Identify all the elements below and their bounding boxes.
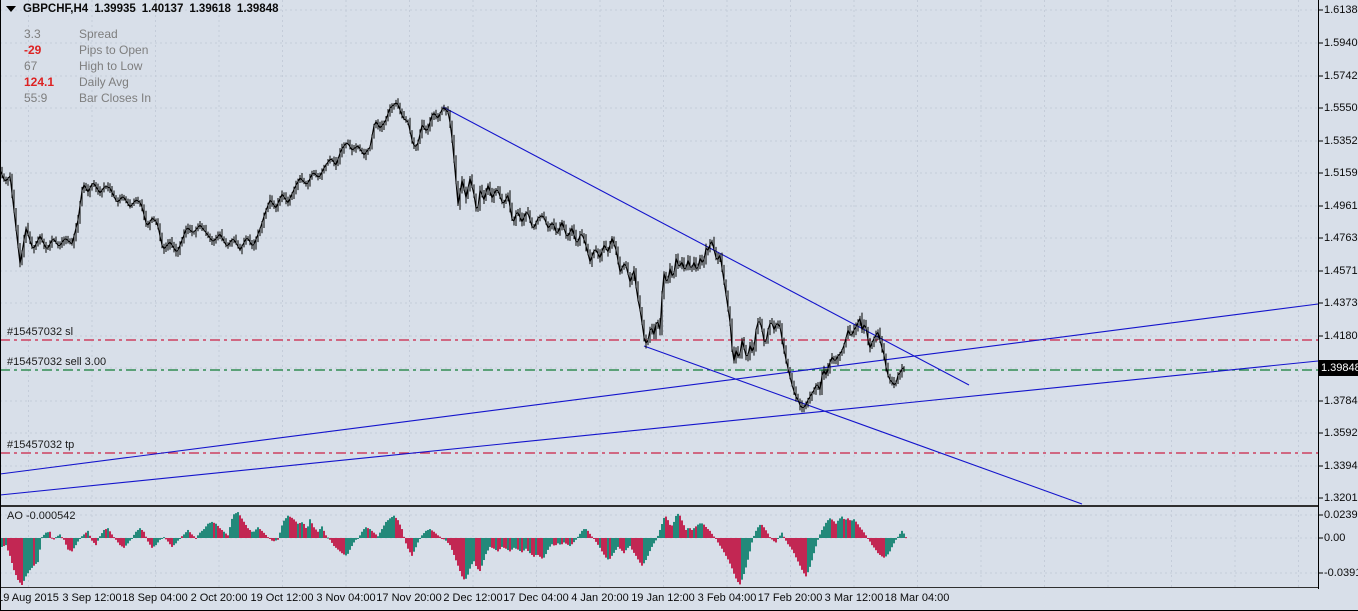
info-row-bar-closes-in: 55:9 Bar Closes In [0, 91, 260, 107]
info-row-pips-to-open: -29 Pips to Open [0, 43, 260, 59]
price-tick-label: 1.33940 [1324, 460, 1358, 472]
price-tick-label: 1.47635 [1324, 232, 1358, 244]
price-tick-label: 1.35920 [1324, 427, 1358, 439]
date-tick-label: 3 Mar 12:00 [824, 592, 884, 604]
symbol-period-label: GBPCHF,H4 [23, 3, 89, 15]
price-tick-label: 1.45710 [1324, 265, 1358, 277]
date-tick-label: 4 Jan 20:00 [571, 592, 629, 604]
ao-tick-label: -0.03918 [1324, 567, 1358, 579]
price-tick-label: 1.53520 [1324, 135, 1358, 147]
order-line-label[interactable]: #15457032 sell 3.00 [7, 356, 106, 368]
ohlc-high: 1.40137 [141, 3, 184, 15]
price-tick-label: 1.32015 [1324, 492, 1358, 504]
ohlc-close: 1.39848 [236, 3, 279, 15]
current-price-box: 1.39848 [1318, 360, 1358, 376]
date-tick-label: 2 Oct 20:00 [190, 592, 248, 604]
info-row-daily-avg: 124.1 Daily Avg [0, 75, 260, 91]
symbol-dropdown-icon[interactable] [6, 5, 16, 12]
price-tick-label: 1.57425 [1324, 70, 1358, 82]
date-tick-label: 19 Oct 12:00 [250, 592, 314, 604]
date-tick-label: 18 Sep 04:00 [122, 592, 188, 604]
price-tick-label: 1.37845 [1324, 395, 1358, 407]
info-value: -29 [24, 43, 42, 57]
date-tick-label: 18 Mar 04:00 [884, 592, 950, 604]
info-label: High to Low [79, 59, 143, 73]
order-line-label[interactable]: #15457032 tp [7, 439, 74, 451]
info-row-spread: 3.3 Spread [0, 27, 260, 43]
date-tick-label: 3 Feb 04:00 [697, 592, 757, 604]
chart-legend: GBPCHF,H4 1.39935 1.40137 1.39618 1.39848 [6, 3, 279, 15]
ohlc-open: 1.39935 [94, 3, 136, 15]
date-tick-label: 3 Nov 04:00 [316, 592, 376, 604]
price-tick-label: 1.51595 [1324, 167, 1358, 179]
date-tick-label: 17 Feb 20:00 [757, 592, 823, 604]
date-tick-label: 2 Dec 12:00 [443, 592, 503, 604]
info-value: 55:9 [24, 91, 48, 105]
info-label: Pips to Open [79, 43, 149, 57]
info-label: Bar Closes In [79, 91, 152, 105]
price-tick-label: 1.43730 [1324, 297, 1358, 309]
price-tick-label: 1.61385 [1324, 4, 1358, 16]
price-tick-label: 1.59405 [1324, 37, 1358, 49]
info-row-high-to-low: 67 High to Low [0, 59, 260, 75]
price-tick-label: 1.49615 [1324, 200, 1358, 212]
order-line-label[interactable]: #15457032 sl [7, 326, 73, 338]
price-tick-label: 1.55500 [1324, 102, 1358, 114]
ao-indicator-label: AO -0.000542 [7, 510, 76, 522]
ao-tick-label: 0.023936 [1324, 509, 1358, 521]
date-tick-label: 17 Dec 04:00 [503, 592, 569, 604]
date-tick-label: 17 Nov 20:00 [376, 592, 442, 604]
ohlc-low: 1.39618 [189, 3, 231, 15]
ao-tick-label: 0.00 [1324, 532, 1346, 544]
info-value: 3.3 [24, 27, 41, 41]
date-tick-label: 3 Sep 12:00 [62, 592, 122, 604]
info-value: 124.1 [24, 75, 55, 89]
current-price-value: 1.39848 [1321, 362, 1358, 374]
info-label: Daily Avg [79, 75, 129, 89]
mt4-chart-window: GBPCHF,H4 1.39935 1.40137 1.39618 1.39848 3.… [0, 0, 1358, 611]
date-tick-label: 19 Aug 2015 [0, 592, 59, 604]
price-tick-label: 1.41805 [1324, 330, 1358, 342]
info-value: 67 [24, 59, 38, 73]
date-tick-label: 19 Jan 12:00 [631, 592, 695, 604]
info-label: Spread [79, 27, 118, 41]
